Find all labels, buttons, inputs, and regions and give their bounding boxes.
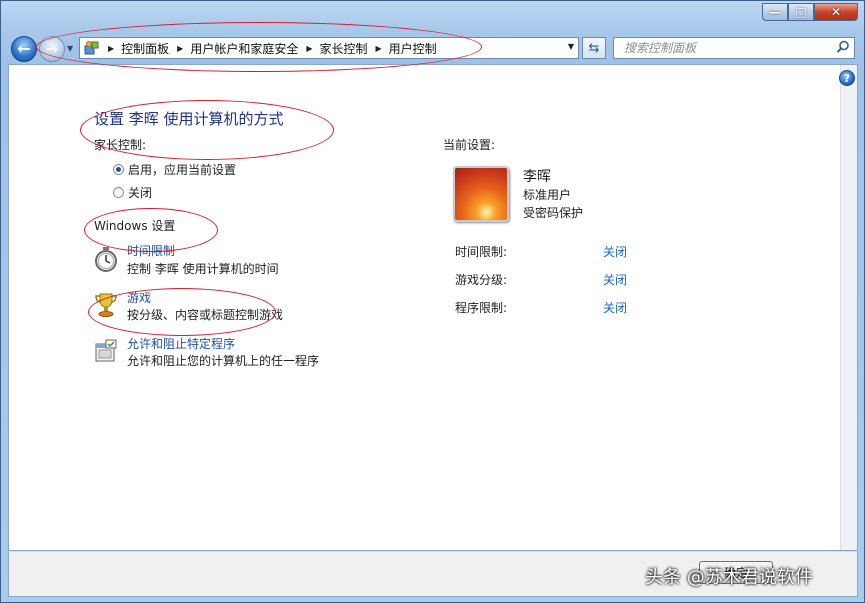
refresh-icon: ⇆ (588, 40, 600, 56)
program-limit-setting-label: 程序限制: (455, 301, 508, 315)
program-window-icon[interactable] (93, 338, 119, 364)
search-input[interactable] (622, 40, 826, 56)
option-enable[interactable]: 启用，应用当前设置 (113, 161, 236, 178)
close-icon: ✕ (830, 5, 842, 19)
annotation-ellipse-address (36, 22, 482, 72)
radio-enable[interactable] (113, 164, 124, 175)
allow-block-programs-link[interactable]: 允许和阻止特定程序 (127, 335, 235, 352)
radio-disable[interactable] (113, 187, 124, 198)
option-disable-label: 关闭 (128, 186, 153, 200)
game-rating-setting-label: 游戏分级: (455, 273, 508, 287)
refresh-button[interactable]: ⇆ (582, 37, 606, 59)
annotation-ellipse-title (80, 100, 334, 160)
maximize-button[interactable]: □ (788, 3, 814, 21)
user-avatar (453, 166, 509, 222)
stopwatch-icon[interactable] (93, 246, 119, 272)
game-rating-setting-value[interactable]: 关闭 (603, 271, 627, 288)
user-password-status: 受密码保护 (523, 206, 584, 220)
minimize-icon: — (769, 5, 781, 19)
search-box (613, 37, 855, 59)
annotation-ellipse-windows-settings (84, 208, 218, 252)
time-limit-setting-value[interactable]: 关闭 (603, 243, 627, 260)
option-enable-label: 启用，应用当前设置 (128, 163, 237, 177)
window-caption-buttons: — □ ✕ (762, 3, 858, 21)
back-arrow-icon: ← (17, 39, 31, 58)
user-name: 李晖 (523, 169, 551, 185)
vertical-scrollbar[interactable] (840, 65, 857, 550)
back-button[interactable]: ← (11, 36, 37, 62)
close-button[interactable]: ✕ (814, 3, 858, 21)
allow-block-programs-description: 允许和阻止您的计算机上的任一程序 (127, 354, 320, 368)
search-icon[interactable] (836, 40, 850, 54)
minimize-button[interactable]: — (762, 3, 788, 21)
address-dropdown-icon[interactable]: ▼ (568, 42, 574, 51)
program-limit-setting-value[interactable]: 关闭 (603, 299, 627, 316)
maximize-icon: □ (795, 5, 807, 19)
option-disable[interactable]: 关闭 (113, 184, 152, 201)
time-limits-description: 控制 李晖 使用计算机的时间 (127, 262, 279, 276)
help-icon[interactable]: ? (839, 70, 855, 86)
user-type: 标准用户 (523, 188, 572, 202)
watermark-text: 头条 @苏木君说软件 (645, 567, 813, 588)
current-settings-label: 当前设置: (443, 138, 496, 152)
time-limit-setting-label: 时间限制: (455, 245, 508, 259)
annotation-ellipse-games (88, 288, 276, 336)
